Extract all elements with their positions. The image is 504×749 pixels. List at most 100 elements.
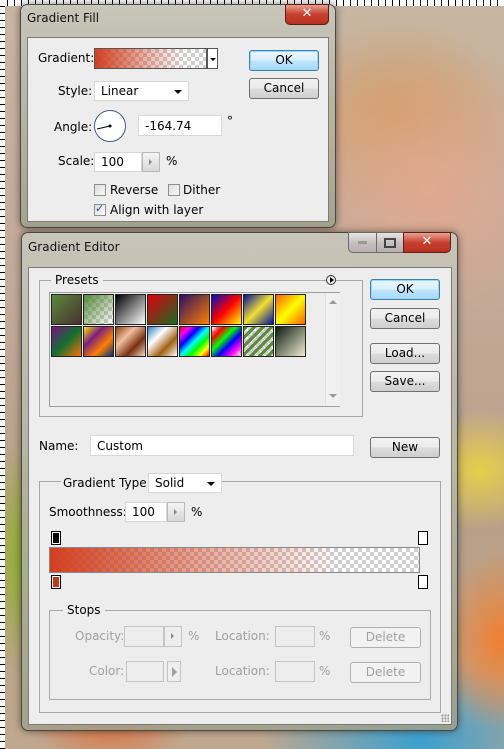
smoothness-slider-toggle[interactable] [167, 502, 185, 522]
preset-swatch-foreground-to-transparent[interactable] [83, 294, 114, 325]
gradient-fill-dialog: Gradient Fill ✕ Gradient: Style: Linear … [20, 4, 336, 228]
align-with-layer-label: Align with layer [110, 203, 204, 217]
style-label: Style: [58, 84, 93, 98]
color-menu-button [167, 661, 181, 682]
preset-swatch-spectrum[interactable] [179, 326, 210, 357]
close-button[interactable]: ✕ [285, 4, 329, 25]
color-label: Color: [89, 664, 125, 678]
stops-label: Stops [63, 603, 105, 617]
presets-label: Presets [51, 273, 103, 287]
name-label: Name: [39, 439, 79, 453]
presets-list [49, 292, 340, 407]
opacity-input [124, 626, 164, 647]
smoothness-label: Smoothness: [49, 505, 127, 519]
gradient-dropdown-button[interactable] [207, 48, 218, 69]
gradient-picker[interactable] [94, 48, 207, 69]
minimize-button[interactable] [348, 232, 377, 253]
dither-checkbox[interactable] [168, 184, 180, 196]
dialog-client: Presets OK Cancel Load... Save... Name: … [28, 267, 452, 725]
style-select[interactable]: Linear [94, 81, 189, 101]
preset-swatch-yellow-violet-orange-blue[interactable] [83, 326, 114, 357]
maximize-icon [384, 237, 396, 248]
preset-swatch-chrome[interactable] [147, 326, 178, 357]
scale-slider-toggle[interactable] [142, 152, 160, 172]
angle-input[interactable]: -164.74 [138, 115, 222, 136]
opacity-stop-left[interactable] [51, 531, 61, 545]
ok-button[interactable]: OK [249, 50, 319, 71]
opacity-stop-right[interactable] [418, 531, 428, 545]
delete-opacity-stop-button[interactable]: Delete [350, 627, 421, 648]
opacity-location-input [275, 626, 315, 647]
ok-button[interactable]: OK [370, 279, 440, 300]
angle-label: Angle: [54, 120, 93, 134]
scale-input[interactable]: 100 [94, 152, 142, 172]
stops-group [49, 610, 431, 700]
preset-swatch-transparent-stripes[interactable] [243, 326, 274, 357]
preset-swatch-transparent-rainbow[interactable] [211, 326, 242, 357]
align-with-layer-checkbox[interactable] [94, 202, 106, 216]
presets-scrollbar[interactable] [325, 293, 340, 406]
minimize-icon [358, 241, 367, 244]
presets-menu-button[interactable] [326, 275, 336, 285]
name-input[interactable]: Custom [90, 435, 354, 456]
color-stop-left[interactable] [51, 575, 61, 589]
preset-swatch-blue-red-yellow[interactable] [211, 294, 242, 325]
resize-grip-icon[interactable] [441, 714, 449, 722]
opacity-location-label: Location: [215, 629, 270, 643]
preset-swatch-orange-yellow-orange[interactable] [275, 294, 306, 325]
angle-dial-needle-icon [96, 124, 112, 130]
preset-swatch-red-green[interactable] [147, 294, 178, 325]
preset-swatch-violet-green-orange[interactable] [51, 326, 82, 357]
gradient-bar[interactable] [49, 547, 420, 573]
cancel-button[interactable]: Cancel [370, 308, 440, 329]
color-swatch [126, 661, 164, 682]
reverse-label: Reverse [110, 183, 159, 197]
scroll-up-icon[interactable] [329, 300, 337, 304]
close-icon: ✕ [421, 234, 433, 249]
new-button[interactable]: New [370, 437, 440, 458]
dialog-title: Gradient Editor [28, 240, 120, 254]
scale-unit: % [166, 154, 178, 168]
scale-label: Scale: [58, 154, 95, 168]
close-button[interactable]: ✕ [403, 232, 451, 253]
canvas-checker-ruler-left [0, 0, 5, 749]
color-location-label: Location: [215, 664, 270, 678]
preset-swatch-black-white[interactable] [115, 294, 146, 325]
opacity-unit: % [188, 629, 200, 643]
maximize-button[interactable] [376, 232, 404, 253]
preset-swatch-black-cream[interactable] [275, 326, 306, 357]
delete-color-stop-button[interactable]: Delete [350, 662, 421, 683]
chevron-down-icon [207, 482, 215, 486]
angle-dial[interactable] [94, 110, 126, 142]
style-value: Linear [101, 84, 139, 98]
scroll-down-icon[interactable] [329, 394, 337, 398]
chevron-down-icon [174, 90, 182, 94]
gradient-type-select[interactable]: Solid [148, 473, 222, 493]
opacity-label: Opacity: [75, 629, 125, 643]
gradient-type-label: Gradient Type: [61, 476, 153, 490]
flyout-arrow-icon [172, 667, 177, 677]
dialog-title: Gradient Fill [27, 11, 100, 25]
load-button[interactable]: Load... [370, 343, 440, 364]
color-location-unit: % [319, 664, 331, 678]
gradient-type-value: Solid [155, 476, 185, 490]
cancel-button[interactable]: Cancel [249, 78, 319, 99]
reverse-checkbox[interactable] [94, 184, 106, 196]
smoothness-unit: % [191, 505, 203, 519]
preset-swatch-blue-yellow-blue[interactable] [243, 294, 274, 325]
opacity-location-unit: % [319, 629, 331, 643]
angle-unit: ° [227, 114, 233, 128]
gradient-editor-dialog: Gradient Editor ✕ Presets OK Cancel Load… [21, 232, 458, 731]
dither-label: Dither [183, 183, 221, 197]
smoothness-input[interactable]: 100 [125, 502, 167, 522]
flyout-arrow-icon [330, 277, 334, 283]
color-stop-right[interactable] [418, 575, 428, 589]
preset-swatch-violet-orange[interactable] [179, 294, 210, 325]
close-icon: ✕ [301, 6, 313, 21]
dialog-client: Gradient: Style: Linear Angle: -164.74 °… [27, 37, 329, 222]
preset-swatch-copper[interactable] [115, 326, 146, 357]
opacity-slider-toggle [164, 626, 182, 647]
preset-swatch-foreground-to-background[interactable] [51, 294, 82, 325]
save-button[interactable]: Save... [370, 371, 440, 392]
color-location-input [275, 661, 315, 682]
